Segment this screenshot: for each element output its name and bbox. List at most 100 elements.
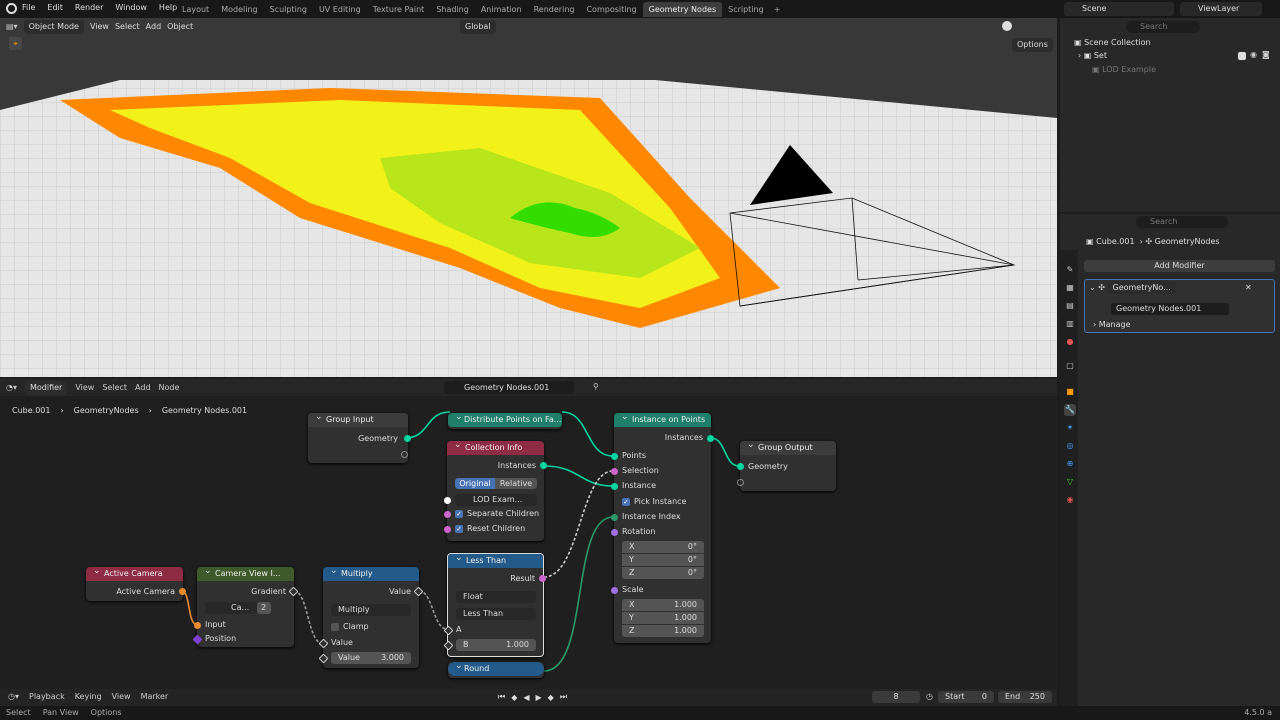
tab-scripting[interactable]: Scripting bbox=[722, 2, 770, 17]
less-than-b-field[interactable]: B 1.000 bbox=[456, 639, 536, 651]
camera-view-datablock[interactable]: Ca... bbox=[205, 602, 257, 614]
node-group-selector[interactable]: Geometry Nodes.001 bbox=[444, 381, 574, 394]
world-tab-icon[interactable]: ▢ bbox=[1064, 360, 1076, 372]
viewport-menu-view[interactable]: View bbox=[90, 22, 109, 31]
tab-animation[interactable]: Animation bbox=[475, 2, 528, 17]
eye-icon[interactable]: ◉ bbox=[1250, 50, 1257, 59]
view-layer-selector[interactable]: ViewLayer bbox=[1180, 2, 1262, 16]
round-title[interactable]: Round bbox=[448, 659, 544, 676]
active-camera-node[interactable]: Active Camera Active Camera bbox=[86, 564, 186, 601]
tab-geometry-nodes[interactable]: Geometry Nodes bbox=[642, 2, 723, 17]
scene-selector[interactable]: Scene bbox=[1064, 2, 1174, 16]
viewport-menu-select[interactable]: Select bbox=[115, 22, 140, 31]
tab-layout[interactable]: Layout bbox=[176, 2, 215, 17]
mode-dropdown[interactable]: Object Mode bbox=[23, 19, 84, 34]
breadcrumb-object[interactable]: Cube.001 bbox=[12, 406, 50, 415]
collection-info-title[interactable]: Collection Info bbox=[447, 438, 544, 455]
checkbox-icon[interactable] bbox=[1238, 52, 1246, 60]
gradient-socket[interactable] bbox=[288, 586, 299, 597]
collection-field[interactable]: LOD Exam... bbox=[455, 494, 537, 506]
distribute-points-node[interactable]: Distribute Points on Fa... bbox=[448, 410, 562, 429]
tab-compositing[interactable]: Compositing bbox=[580, 2, 642, 17]
reset-children-checkbox[interactable]: ✓ Reset Children bbox=[455, 524, 525, 533]
empty-socket[interactable] bbox=[401, 451, 408, 458]
multiply-value2-socket[interactable] bbox=[318, 653, 329, 664]
menu-help[interactable]: Help bbox=[159, 3, 177, 12]
iop-points-socket[interactable] bbox=[611, 453, 618, 460]
active-camera-title[interactable]: Active Camera bbox=[86, 564, 183, 581]
reset-socket[interactable] bbox=[444, 526, 451, 533]
camera-input-socket[interactable] bbox=[194, 622, 201, 629]
outliner-search-input[interactable]: Search bbox=[1126, 21, 1200, 33]
node-editor-type-icon[interactable]: ◔▾ bbox=[6, 383, 17, 392]
iop-index-socket[interactable] bbox=[611, 514, 618, 521]
iop-scale-socket[interactable] bbox=[611, 587, 618, 594]
editor-type-icon[interactable]: ▤▾ bbox=[6, 22, 18, 31]
separate-socket[interactable] bbox=[444, 511, 451, 518]
menu-render[interactable]: Render bbox=[75, 3, 103, 12]
multiply-operation-dropdown[interactable]: Multiply bbox=[331, 604, 411, 616]
3d-viewport[interactable]: ▤▾ Object Mode View Select Add Object Gl… bbox=[0, 18, 1057, 377]
a-socket[interactable] bbox=[443, 625, 454, 636]
position-socket[interactable] bbox=[192, 634, 203, 645]
relative-toggle[interactable]: Relative bbox=[495, 478, 537, 489]
iop-selection-socket[interactable] bbox=[611, 468, 618, 475]
blender-logo-icon[interactable] bbox=[6, 3, 17, 14]
modifier-name-field[interactable]: GeometryNo... bbox=[1107, 281, 1176, 294]
object-tab-icon[interactable]: ■ bbox=[1064, 386, 1076, 398]
timeline-type-icon[interactable]: ◷▾ bbox=[8, 692, 19, 701]
modifier-header[interactable]: ⌄ ✣ GeometryNo... bbox=[1089, 281, 1176, 294]
active-camera-socket[interactable] bbox=[179, 588, 186, 595]
timeline-menu-playback[interactable]: Playback bbox=[29, 692, 65, 701]
multiply-node[interactable]: Multiply Value Multiply Clamp Value Valu… bbox=[318, 564, 424, 668]
camera-icon[interactable]: ◙ bbox=[1262, 50, 1270, 59]
node-menu-view[interactable]: View bbox=[75, 383, 94, 392]
current-frame-field[interactable]: 8 bbox=[872, 691, 920, 703]
multiply-title[interactable]: Multiply bbox=[323, 564, 419, 581]
group-output-geometry-socket[interactable] bbox=[737, 463, 744, 470]
outliner-item-lod-example[interactable]: ▣ LOD Example bbox=[1092, 65, 1156, 74]
less-than-title[interactable]: Less Than bbox=[448, 551, 543, 568]
iop-instances-out-socket[interactable] bbox=[707, 435, 714, 442]
view-layer-tab-icon[interactable]: ▥ bbox=[1064, 318, 1076, 330]
menu-window[interactable]: Window bbox=[115, 3, 147, 12]
camera-view-title[interactable]: Camera View I... bbox=[197, 564, 294, 581]
shading-solid-icon[interactable] bbox=[1002, 21, 1012, 31]
instance-on-points-node[interactable]: Instance on Points Instances Points Sele… bbox=[611, 410, 714, 643]
result-socket[interactable] bbox=[539, 575, 546, 582]
rotation-y-field[interactable]: Y 0° bbox=[622, 554, 704, 566]
scene-tab-icon[interactable]: ● bbox=[1064, 336, 1076, 348]
start-frame-field[interactable]: Start 0 bbox=[938, 691, 994, 703]
collection-socket[interactable] bbox=[444, 497, 451, 504]
iop-rotation-socket[interactable] bbox=[611, 529, 618, 536]
node-menu-select[interactable]: Select bbox=[102, 383, 127, 392]
tab-sculpting[interactable]: Sculpting bbox=[264, 2, 313, 17]
viewport-menu-object[interactable]: Object bbox=[167, 22, 193, 31]
tab-texture-paint[interactable]: Texture Paint bbox=[367, 2, 431, 17]
multiply-in-socket[interactable] bbox=[318, 638, 329, 649]
material-tab-icon[interactable]: ◉ bbox=[1064, 494, 1076, 506]
camera-view-node[interactable]: Camera View I... Gradient Ca... 2 Input … bbox=[192, 564, 299, 647]
distribute-title[interactable]: Distribute Points on Fa... bbox=[448, 410, 562, 427]
group-input-node[interactable]: Group Input Geometry bbox=[308, 410, 411, 463]
less-than-op-dropdown[interactable]: Less Than bbox=[456, 608, 536, 620]
timeline-menu-keying[interactable]: Keying bbox=[75, 692, 102, 701]
node-menu-node[interactable]: Node bbox=[159, 383, 180, 392]
viewport-options-button[interactable]: Options bbox=[1012, 38, 1053, 52]
properties-search-input[interactable]: Search bbox=[1136, 216, 1228, 228]
multiply-value-field[interactable]: Value 3.000 bbox=[331, 652, 411, 664]
output-tab-icon[interactable]: ▤ bbox=[1064, 300, 1076, 312]
scale-y-field[interactable]: Y 1.000 bbox=[622, 612, 704, 624]
prev-keyframe-icon[interactable]: ◆ bbox=[511, 693, 517, 702]
b-socket[interactable] bbox=[443, 640, 454, 651]
render-tab-icon[interactable]: ▦ bbox=[1064, 282, 1076, 294]
constraints-tab-icon[interactable]: ⊕ bbox=[1064, 458, 1076, 470]
rotation-x-field[interactable]: X 0° bbox=[622, 541, 704, 553]
instances-socket[interactable] bbox=[540, 462, 547, 469]
jump-start-icon[interactable]: ⏮ bbox=[498, 692, 505, 702]
clock-icon[interactable]: ◷ bbox=[926, 692, 933, 701]
outliner-item-set[interactable]: › ▣ Set bbox=[1078, 51, 1107, 60]
pick-instance-checkbox[interactable]: ✓ Pick Instance bbox=[622, 497, 686, 506]
original-toggle[interactable]: Original bbox=[455, 478, 495, 489]
timeline-menu-marker[interactable]: Marker bbox=[141, 692, 169, 701]
